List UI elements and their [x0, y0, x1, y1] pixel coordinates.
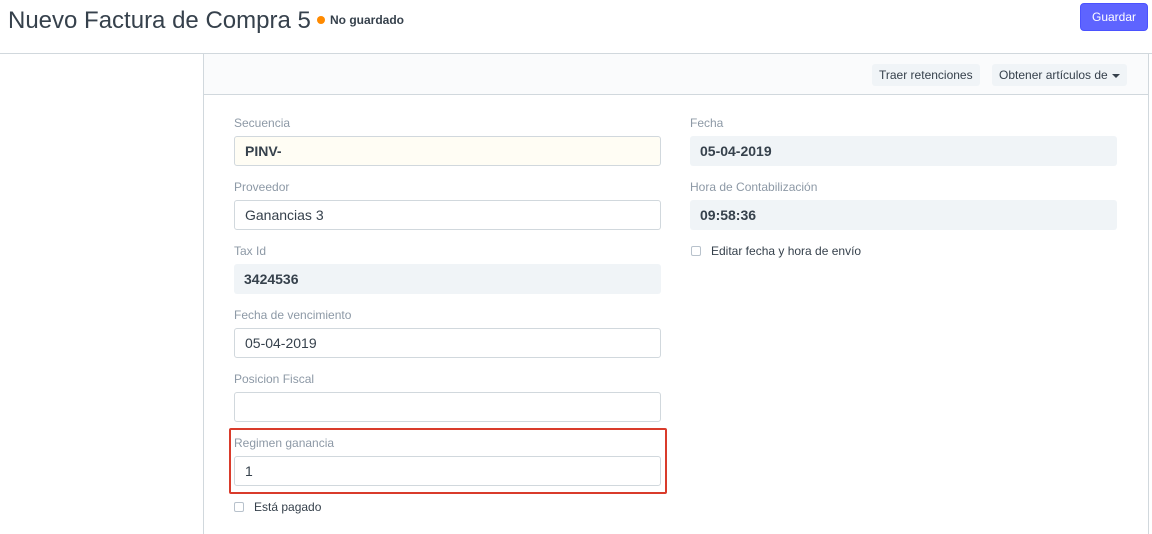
- status-indicator: No guardado: [317, 12, 404, 28]
- traer-retenciones-label: Traer retenciones: [879, 68, 973, 82]
- form-toolbar: Traer retenciones Obtener artículos de: [204, 54, 1148, 95]
- editar-fecha-label: Editar fecha y hora de envío: [711, 244, 862, 258]
- regimen-ganancia-input[interactable]: 1: [234, 456, 661, 486]
- proveedor-input[interactable]: Ganancias 3: [234, 200, 661, 230]
- secuencia-input[interactable]: PINV-: [234, 136, 661, 166]
- esta-pagado-checkbox[interactable]: Está pagado: [234, 499, 321, 515]
- proveedor-label: Proveedor: [234, 180, 290, 194]
- checkbox-icon: [691, 246, 701, 256]
- save-button[interactable]: Guardar: [1080, 3, 1148, 31]
- hora-contabilizacion-label: Hora de Contabilización: [690, 180, 818, 194]
- posicion-fiscal-label: Posicion Fiscal: [234, 372, 315, 386]
- checkbox-icon: [234, 502, 244, 512]
- page-title: Nuevo Factura de Compra 5: [8, 7, 311, 34]
- regimen-ganancia-label: Regimen ganancia: [234, 436, 335, 450]
- fecha-vencimiento-input[interactable]: 05-04-2019: [234, 328, 661, 358]
- secuencia-label: Secuencia: [234, 116, 291, 130]
- obtener-articulos-dropdown[interactable]: Obtener artículos de: [992, 64, 1127, 86]
- page-header: Nuevo Factura de Compra 5 No guardado Gu…: [0, 0, 1152, 54]
- fecha-vencimiento-label: Fecha de vencimiento: [234, 308, 352, 322]
- traer-retenciones-button[interactable]: Traer retenciones: [872, 64, 980, 86]
- tax-id-value: 3424536: [234, 264, 661, 294]
- hora-contabilizacion-value: 09:58:36: [690, 200, 1117, 230]
- fecha-value: 05-04-2019: [690, 136, 1117, 166]
- caret-down-icon: [1111, 73, 1120, 78]
- status-dot-icon: [317, 16, 325, 24]
- obtener-articulos-label: Obtener artículos de: [999, 68, 1108, 82]
- fecha-label: Fecha: [690, 116, 724, 130]
- editar-fecha-checkbox[interactable]: Editar fecha y hora de envío: [691, 243, 861, 259]
- esta-pagado-label: Está pagado: [254, 500, 322, 514]
- status-text: No guardado: [330, 13, 404, 27]
- posicion-fiscal-input[interactable]: [234, 392, 661, 422]
- tax-id-label: Tax Id: [234, 244, 267, 258]
